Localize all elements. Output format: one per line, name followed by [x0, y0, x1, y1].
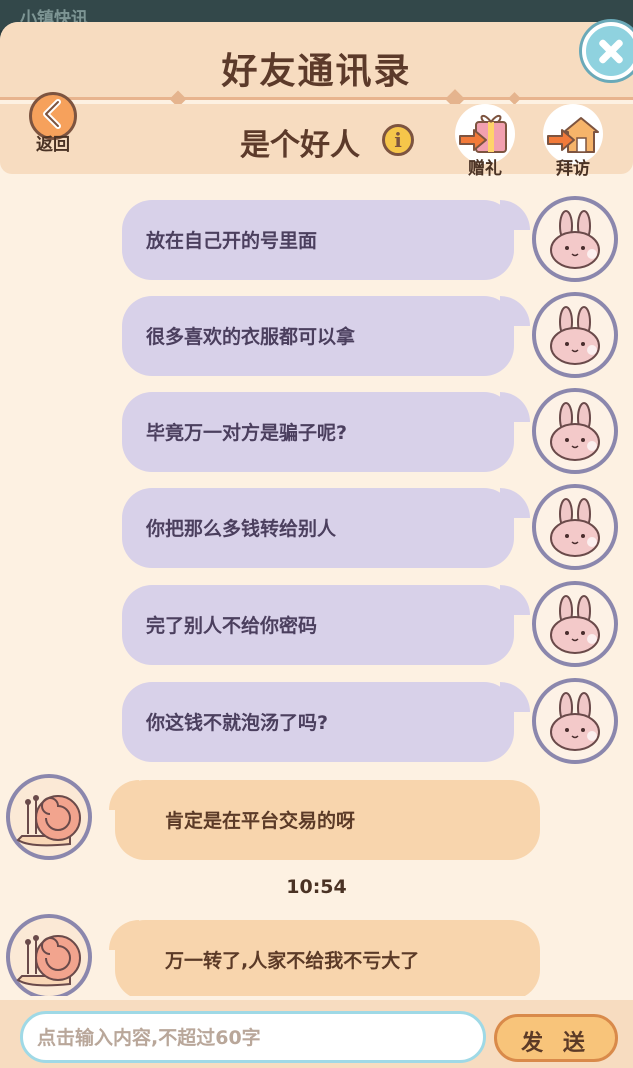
friend-avatar[interactable]: [532, 196, 618, 282]
friend-name: 是个好人: [240, 128, 360, 163]
message-input-wrapper[interactable]: [20, 1011, 486, 1063]
friend-avatar[interactable]: [532, 292, 618, 378]
message-text: 放在自己开的号里面: [146, 230, 318, 252]
message-text: 你把那么多钱转给别人: [146, 518, 337, 540]
message-text: 完了别人不给你密码: [146, 615, 318, 637]
chat-log[interactable]: 放在自己开的号里面 很多喜欢的衣服都可以拿 毕竟万一对方是骗子呢? 你把那么多钱…: [0, 178, 633, 996]
message-bubble-friend: 放在自己开的号里面: [122, 200, 530, 280]
self-avatar[interactable]: [6, 774, 92, 860]
friend-avatar[interactable]: [532, 678, 618, 764]
friend-avatar[interactable]: [532, 484, 618, 570]
gift-label: 赠礼: [468, 159, 502, 179]
back-label: 返回: [36, 135, 70, 155]
visit-button[interactable]: 拜访: [538, 104, 608, 179]
panel-header: 好友通讯录: [0, 22, 633, 100]
message-bubble-friend: 你这钱不就泡汤了吗?: [122, 682, 530, 762]
message-text: 你这钱不就泡汤了吗?: [146, 712, 329, 734]
gift-icon: [459, 115, 507, 153]
message-input[interactable]: [37, 1020, 467, 1056]
bunny-icon: [550, 210, 600, 269]
message-bubble-friend: 完了别人不给你密码: [122, 585, 530, 665]
friend-avatar[interactable]: [532, 388, 618, 474]
message-text: 毕竟万一对方是骗子呢?: [146, 422, 348, 444]
message-text: 很多喜欢的衣服都可以拿: [146, 326, 356, 348]
send-button[interactable]: 发 送: [494, 1014, 618, 1062]
bunny-icon: [550, 595, 600, 654]
gift-button[interactable]: 赠礼: [450, 104, 520, 179]
message-timestamp: 10:54: [286, 876, 347, 898]
bunny-icon: [550, 692, 600, 751]
visit-label: 拜访: [556, 159, 590, 179]
message-bubble-friend: 很多喜欢的衣服都可以拿: [122, 296, 530, 376]
friend-avatar[interactable]: [532, 581, 618, 667]
back-button[interactable]: 返回: [25, 90, 81, 155]
self-avatar[interactable]: [6, 914, 92, 996]
house-icon: [547, 117, 599, 153]
message-bubble-self: 肯定是在平台交易的呀: [109, 780, 540, 860]
info-icon[interactable]: i: [382, 124, 414, 156]
bunny-icon: [550, 402, 600, 461]
message-bubble-friend: 毕竟万一对方是骗子呢?: [122, 392, 530, 472]
message-text: 万一转了,人家不给我不亏大了: [165, 950, 420, 972]
snail-icon: [16, 935, 81, 987]
info-glyph: i: [394, 128, 402, 152]
message-bubble-self: 万一转了,人家不给我不亏大了: [109, 920, 540, 996]
bunny-icon: [550, 306, 600, 365]
page-title: 好友通讯录: [221, 51, 412, 92]
close-button[interactable]: [582, 22, 633, 80]
message-bubble-friend: 你把那么多钱转给别人: [122, 488, 530, 568]
send-label: 发 送: [521, 1031, 591, 1056]
bunny-icon: [550, 498, 600, 557]
message-text: 肯定是在平台交易的呀: [165, 810, 356, 832]
snail-icon: [16, 795, 81, 847]
